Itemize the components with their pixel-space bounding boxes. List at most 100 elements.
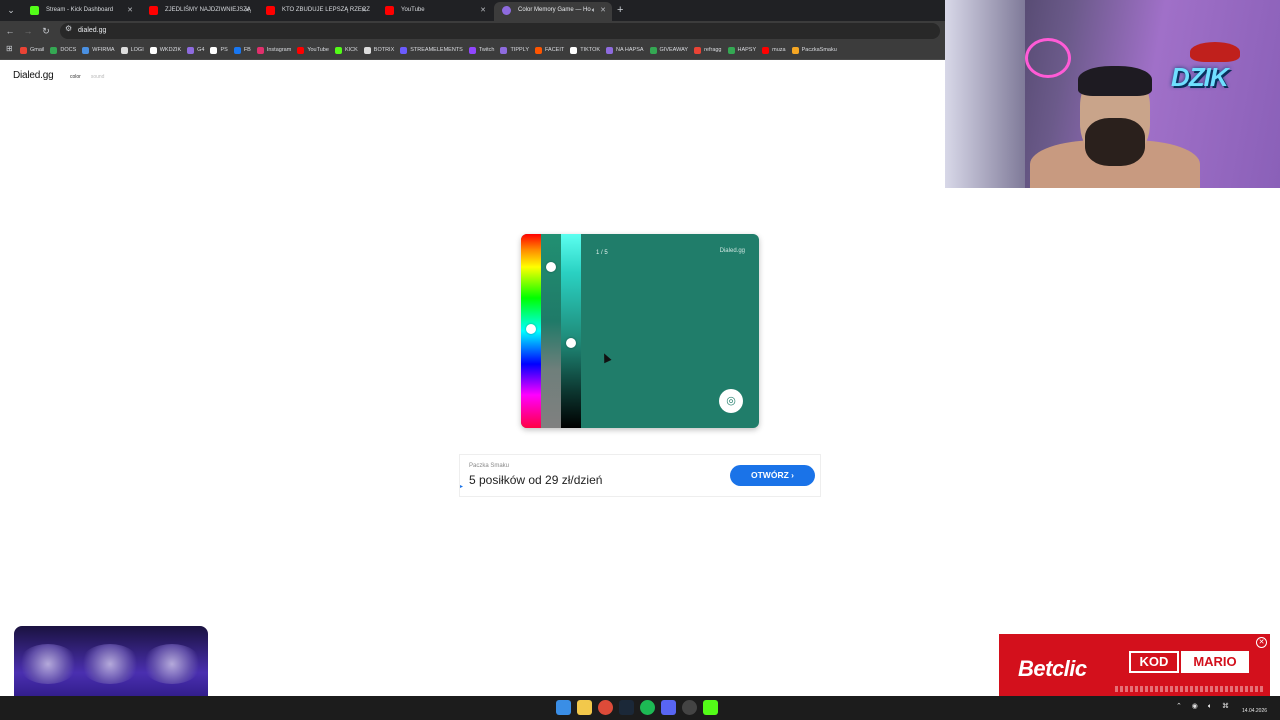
bookmark-label: GIVEAWAY: [659, 47, 689, 53]
bookmark-item[interactable]: KICK: [334, 46, 358, 54]
bookmark-icon: [50, 46, 58, 54]
close-tab-icon[interactable]: ✕: [480, 2, 486, 19]
bookmark-item[interactable]: TIKTOK: [570, 46, 600, 54]
bookmark-item[interactable]: Twitch: [468, 46, 494, 54]
bookmark-item[interactable]: DOCS: [50, 46, 76, 54]
nav-color-link[interactable]: color: [70, 74, 81, 80]
ad-open-button[interactable]: OTWÓRZ ›: [730, 465, 815, 486]
adchoices-icon[interactable]: ▸: [460, 483, 463, 490]
close-tab-icon[interactable]: ✕: [361, 2, 367, 19]
bookmark-item[interactable]: GIVEAWAY: [649, 46, 689, 54]
apps-grid-icon[interactable]: ⊞: [6, 44, 13, 53]
bookmark-item[interactable]: Instagram: [256, 46, 292, 54]
chrome-icon[interactable]: [598, 700, 613, 715]
bookmark-item[interactable]: FB: [233, 46, 251, 54]
bookmark-item[interactable]: NA HAPSA: [606, 46, 644, 54]
back-icon[interactable]: ←: [3, 24, 17, 38]
ad-cta-label: OTWÓRZ: [751, 470, 789, 480]
browser-toolbar: ← → ↻ ⚙ dialed.gg: [0, 21, 945, 41]
taskbar-apps: [556, 700, 718, 715]
bookmark-item[interactable]: refragg: [694, 46, 722, 54]
close-tab-icon[interactable]: ✕: [600, 2, 606, 19]
bookmark-label: Gmail: [30, 47, 45, 53]
bookmark-icon: [82, 46, 90, 54]
color-game-card: 1 / 5 Dialed.gg ◎: [521, 234, 759, 428]
obs-icon[interactable]: [682, 700, 697, 715]
submit-color-button[interactable]: ◎: [719, 389, 743, 413]
bookmark-icon: [297, 46, 305, 54]
bookmark-item[interactable]: LOGI: [120, 46, 144, 54]
lightness-knob[interactable]: [566, 338, 576, 348]
bookmark-item[interactable]: YouTube: [297, 46, 329, 54]
tab-youtube-3[interactable]: YouTube ✕: [377, 2, 492, 21]
hue-knob[interactable]: [526, 324, 536, 334]
forward-icon[interactable]: →: [21, 24, 35, 38]
lightness-slider[interactable]: [561, 234, 581, 428]
new-tab-icon[interactable]: +: [617, 2, 623, 19]
windows-taskbar: ⌃ ◉ 🔈︎ ⌘ 14.04.2026: [0, 696, 1280, 720]
bookmark-item[interactable]: BOTRIX: [363, 46, 394, 54]
ad-banner[interactable]: Paczka Smaku 5 posiłków od 29 zł/dzień O…: [459, 454, 821, 497]
bookmark-label: PS: [220, 47, 228, 53]
bookmark-item[interactable]: G4: [187, 46, 205, 54]
close-tab-icon[interactable]: ✕: [244, 2, 250, 19]
tab-youtube-1[interactable]: ZJEDLIŚMY NAJDZIWNIEJSZĄ ✕: [141, 2, 256, 21]
system-tray[interactable]: ⌃ ◉ 🔈︎ ⌘: [1176, 702, 1233, 711]
speaker-icon[interactable]: 🔈︎: [592, 2, 596, 19]
clock-time: [1242, 699, 1267, 707]
bookmark-icon: [187, 46, 195, 54]
bookmark-icon: [762, 46, 770, 54]
tab-search-icon[interactable]: ⌄: [4, 3, 18, 17]
bookmark-label: NA HAPSA: [616, 47, 644, 53]
bookmark-label: Instagram: [266, 47, 292, 53]
site-logo[interactable]: Dialed.gg: [13, 70, 54, 81]
bookmarks-bar: ⊞ Gmail DOCS WFIRMA LOGI WKDZIK G4 PS FB Instagr…: [0, 41, 945, 60]
bookmarks-list: Gmail DOCS WFIRMA LOGI WKDZIK G4 PS FB Instagram…: [20, 41, 837, 59]
bookmark-item[interactable]: HAPSY: [727, 46, 756, 54]
bookmark-label: G4: [197, 47, 205, 53]
discord-icon[interactable]: [661, 700, 676, 715]
bookmark-icon: [649, 46, 657, 54]
file-explorer-icon[interactable]: [577, 700, 592, 715]
tab-color-memory-game[interactable]: Color Memory Game — Ho 🔈︎ ✕: [494, 2, 612, 21]
steam-icon[interactable]: [619, 700, 634, 715]
site-settings-icon[interactable]: ⚙: [65, 24, 72, 33]
bookmark-label: muza: [772, 47, 786, 53]
bookmark-label: YouTube: [307, 47, 329, 53]
bookmark-item[interactable]: muza: [762, 46, 786, 54]
bookmark-item[interactable]: Gmail: [20, 46, 45, 54]
tab-kick-dashboard[interactable]: Stream - Kick Dashboard ✕: [22, 2, 139, 21]
spotify-icon[interactable]: [640, 700, 655, 715]
bookmark-item[interactable]: WKDZIK: [149, 46, 181, 54]
bookmark-item[interactable]: PS: [210, 46, 228, 54]
nav-sound-link[interactable]: sound: [91, 74, 105, 80]
bookmark-icon: [20, 46, 27, 54]
bookmark-label: FB: [243, 47, 251, 53]
clock[interactable]: 14.04.2026: [1242, 699, 1267, 715]
dialed-icon: [502, 6, 511, 15]
close-tab-icon[interactable]: ✕: [127, 2, 133, 19]
bookmark-item[interactable]: FACEIT: [534, 46, 564, 54]
tab-title: Stream - Kick Dashboard: [46, 7, 114, 13]
bookmark-label: TIPPLY: [510, 47, 529, 53]
promo-code-value: MARIO: [1181, 651, 1249, 673]
bookmark-label: STREAMELEMENTS: [410, 47, 463, 53]
bookmark-item[interactable]: STREAMELEMENTS: [400, 46, 463, 54]
clip-frame: [142, 644, 202, 684]
tab-youtube-2[interactable]: KTO ZBUDUJE LEPSZĄ RZECZ ✕: [258, 2, 373, 21]
start-icon[interactable]: [556, 700, 571, 715]
close-icon[interactable]: ✕: [1256, 637, 1267, 648]
kick-icon[interactable]: [703, 700, 718, 715]
browser-tabstrip: ⌄ Stream - Kick Dashboard ✕ ZJEDLIŚMY NA…: [0, 0, 945, 21]
webcam-overlay: DZIK: [945, 0, 1280, 188]
saturation-knob[interactable]: [546, 262, 556, 272]
bookmark-item[interactable]: TIPPLY: [500, 46, 529, 54]
video-clip-overlay: [12, 624, 210, 706]
bookmark-icon: [694, 46, 702, 54]
round-counter: 1 / 5: [596, 250, 608, 256]
address-bar[interactable]: ⚙ dialed.gg: [60, 23, 940, 39]
bookmark-item[interactable]: PaczkaSmaku: [791, 46, 837, 54]
target-icon: ◎: [726, 395, 736, 407]
reload-icon[interactable]: ↻: [39, 24, 53, 38]
bookmark-item[interactable]: WFIRMA: [82, 46, 115, 54]
